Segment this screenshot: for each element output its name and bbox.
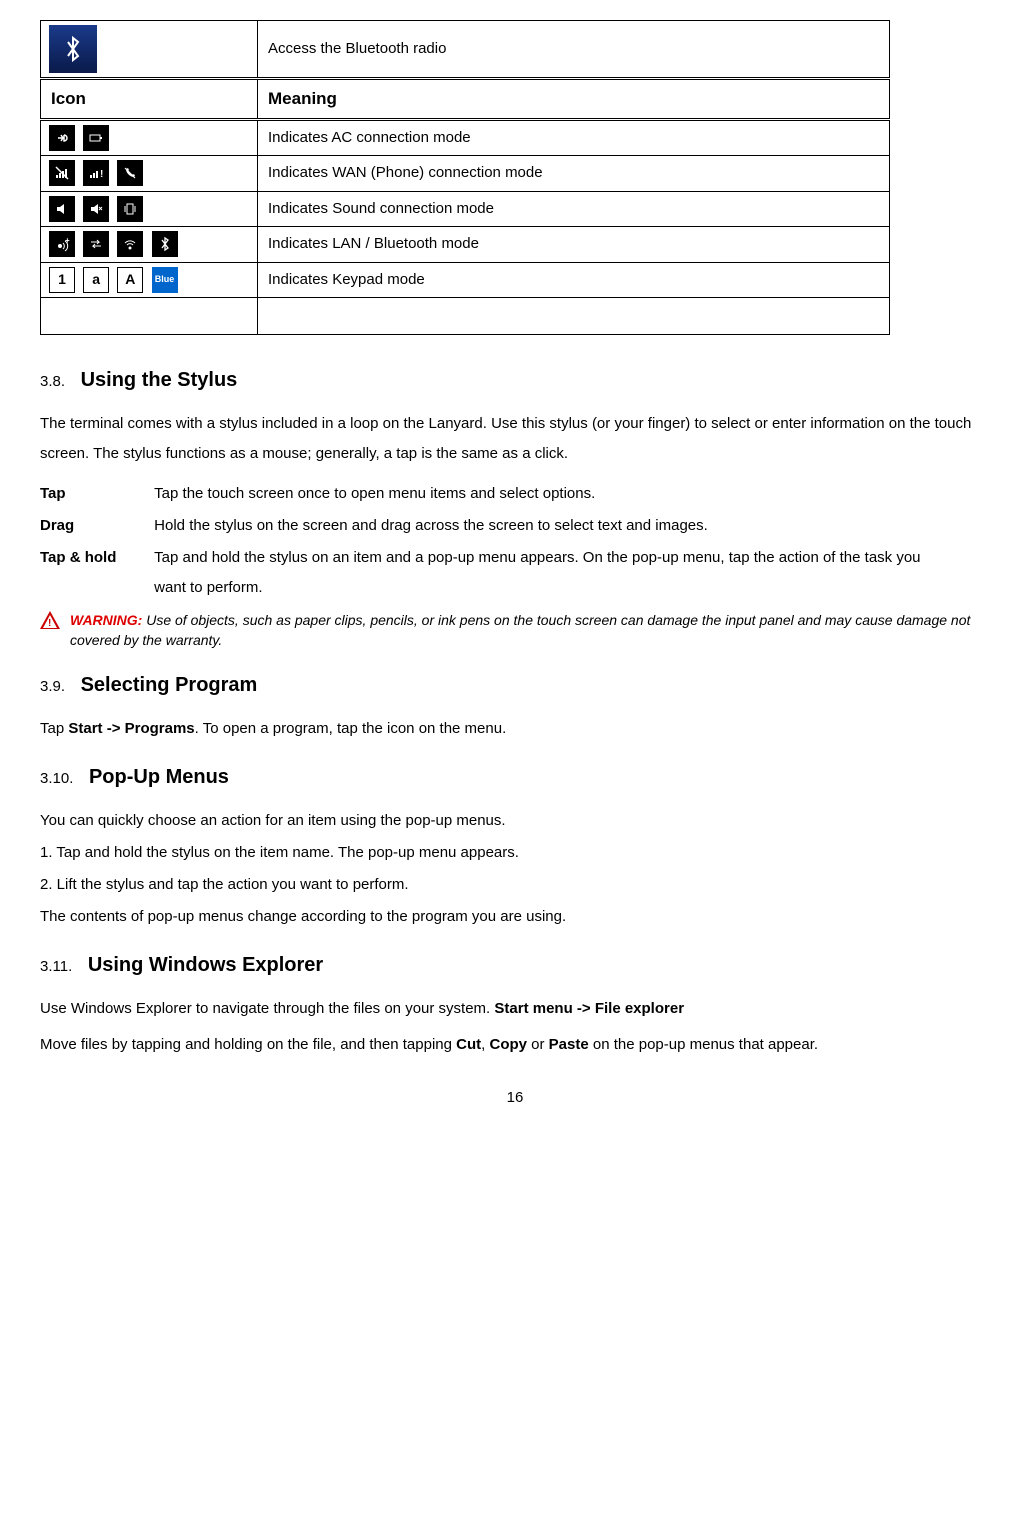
definition-row: Tap Tap the touch screen once to open me… — [40, 479, 990, 509]
paragraph: Use Windows Explorer to navigate through… — [40, 994, 990, 1024]
meaning-cell: Indicates WAN (Phone) connection mode — [258, 156, 890, 192]
table-row: ! Indicates WAN (Phone) connection mode — [41, 156, 890, 192]
wifi-search-icon: + — [49, 231, 75, 257]
meaning-cell: Indicates AC connection mode — [258, 119, 890, 156]
meaning-cell: Indicates Sound connection mode — [258, 191, 890, 227]
warning-icon: ! — [40, 611, 60, 629]
keypad-a-upper-icon: A — [117, 267, 143, 293]
definition-term: Drag — [40, 511, 150, 541]
battery-icon — [83, 125, 109, 151]
paragraph: Tap Start -> Programs. To open a program… — [40, 714, 990, 744]
header-meaning: Meaning — [258, 79, 890, 120]
bold-text: Start menu -> File explorer — [494, 1000, 684, 1017]
text: Tap — [40, 720, 68, 737]
section-heading: 3.8. Using the Stylus — [40, 365, 990, 395]
meaning-cell: Indicates Keypad mode — [258, 262, 890, 298]
keypad-a-lower-icon: a — [83, 267, 109, 293]
page-number: 16 — [40, 1087, 990, 1110]
paragraph: 1. Tap and hold the stylus on the item n… — [40, 838, 990, 868]
text: or — [527, 1036, 549, 1053]
wifi-icon — [117, 231, 143, 257]
section-heading: 3.11. Using Windows Explorer — [40, 950, 990, 980]
bluetooth-small-icon — [152, 231, 178, 257]
section-title: Using the Stylus — [81, 369, 238, 391]
speaker-low-icon — [49, 196, 75, 222]
table-row: Indicates AC connection mode — [41, 119, 890, 156]
section-number: 3.8. — [40, 373, 65, 390]
table-row: 1 a A Blue Indicates Keypad mode — [41, 262, 890, 298]
phone-off-icon — [117, 160, 143, 186]
icon-cell: + — [41, 227, 258, 263]
meaning-cell: Indicates LAN / Bluetooth mode — [258, 227, 890, 263]
icon-meaning-table: Access the Bluetooth radio Icon Meaning … — [40, 20, 890, 335]
section-title: Using Windows Explorer — [88, 954, 323, 976]
speaker-mute-icon — [83, 196, 109, 222]
paragraph: You can quickly choose an action for an … — [40, 806, 990, 836]
paragraph: 2. Lift the stylus and tap the action yo… — [40, 870, 990, 900]
svg-text:+: + — [65, 236, 70, 245]
warning-body: Use of objects, such as paper clips, pen… — [70, 612, 970, 648]
section-heading: 3.9. Selecting Program — [40, 670, 990, 700]
section-heading: 3.10. Pop-Up Menus — [40, 762, 990, 792]
meaning-cell: Access the Bluetooth radio — [258, 21, 890, 79]
table-row-empty — [41, 298, 890, 335]
paragraph: The contents of pop-up menus change acco… — [40, 902, 990, 932]
definition-term: Tap & hold — [40, 543, 150, 573]
table-row: Indicates Sound connection mode — [41, 191, 890, 227]
text: on the pop-up menus that appear. — [589, 1036, 818, 1053]
icon-cell — [41, 191, 258, 227]
header-icon: Icon — [41, 79, 258, 120]
section-number: 3.9. — [40, 678, 65, 695]
warning-text: WARNING: Use of objects, such as paper c… — [70, 611, 990, 650]
keypad-blue-icon: Blue — [152, 267, 178, 293]
definition-row: Drag Hold the stylus on the screen and d… — [40, 511, 990, 541]
section-number: 3.11. — [40, 958, 72, 975]
definition-row: Tap & hold Tap and hold the stylus on an… — [40, 543, 990, 603]
definition-desc: Hold the stylus on the screen and drag a… — [154, 511, 954, 541]
definition-desc: Tap and hold the stylus on an item and a… — [154, 543, 954, 603]
definition-desc: Tap the touch screen once to open menu i… — [154, 479, 954, 509]
bold-text: Copy — [489, 1036, 527, 1053]
plug-icon — [49, 125, 75, 151]
section-title: Pop-Up Menus — [89, 766, 229, 788]
meaning-cell — [258, 298, 890, 335]
definition-term: Tap — [40, 479, 150, 509]
table-header-row: Icon Meaning — [41, 79, 890, 120]
svg-text:!: ! — [100, 169, 103, 180]
bluetooth-icon — [49, 25, 97, 73]
keypad-1-icon: 1 — [49, 267, 75, 293]
icon-cell: ! — [41, 156, 258, 192]
signal-off-icon — [49, 160, 75, 186]
text: . To open a program, tap the icon on the… — [195, 720, 507, 737]
warning-block: ! WARNING: Use of objects, such as paper… — [40, 611, 990, 650]
table-row: + Indicates LAN / Bluetooth mode — [41, 227, 890, 263]
bold-text: Cut — [456, 1036, 481, 1053]
signal-warn-icon: ! — [83, 160, 109, 186]
data-transfer-icon — [83, 231, 109, 257]
text: Move files by tapping and holding on the… — [40, 1036, 456, 1053]
icon-cell — [41, 119, 258, 156]
icon-cell — [41, 298, 258, 335]
section-title: Selecting Program — [81, 674, 258, 696]
bold-text: Start -> Programs — [68, 720, 194, 737]
icon-cell — [41, 21, 258, 79]
warning-label: WARNING: — [70, 612, 142, 628]
icon-cell: 1 a A Blue — [41, 262, 258, 298]
paragraph: The terminal comes with a stylus include… — [40, 409, 990, 469]
bold-text: Paste — [549, 1036, 589, 1053]
paragraph: Move files by tapping and holding on the… — [40, 1034, 990, 1057]
section-number: 3.10. — [40, 770, 73, 787]
vibrate-icon — [117, 196, 143, 222]
text: Use Windows Explorer to navigate through… — [40, 1000, 494, 1017]
table-row: Access the Bluetooth radio — [41, 21, 890, 79]
